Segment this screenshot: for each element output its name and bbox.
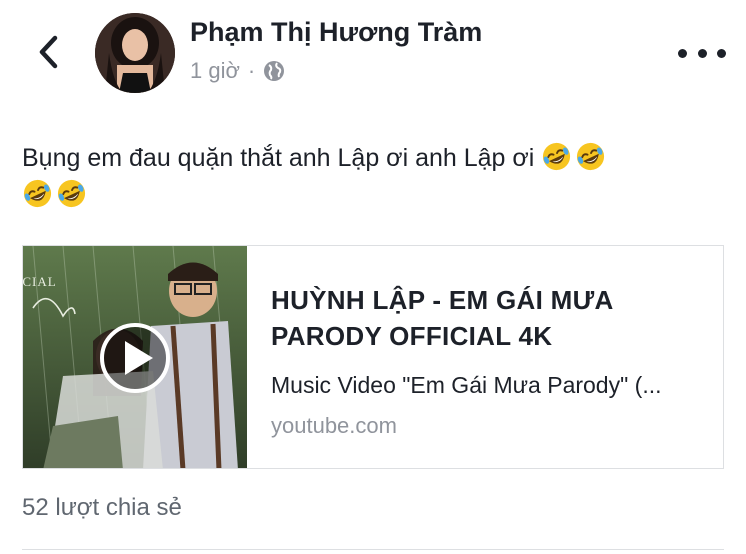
divider: [22, 549, 724, 550]
more-dot: [678, 48, 687, 58]
more-options-button[interactable]: [678, 42, 726, 64]
chevron-left-icon: [39, 35, 58, 69]
rolling-laughing-emoji-icon: [577, 142, 605, 171]
author-name[interactable]: Phạm Thị Hương Tràm: [190, 17, 482, 48]
post-meta: 1 giờ ·: [190, 57, 285, 85]
more-dot: [697, 48, 707, 58]
globe-icon: [264, 61, 285, 81]
link-title[interactable]: HUỲNH LẬP - EM GÁI MƯA PARODY OFFICIAL 4…: [271, 282, 691, 354]
link-domain: youtube.com: [271, 413, 397, 438]
rolling-laughing-emoji-icon: [57, 179, 86, 208]
link-preview-card[interactable]: ICIAL HUỲNH LẬP - EM GÁI MƯA PARODY OFFI…: [22, 245, 724, 469]
more-dot: [717, 48, 726, 58]
link-card-body: HUỲNH LẬP - EM GÁI MƯA PARODY OFFICIAL 4…: [247, 246, 711, 468]
post-timestamp[interactable]: 1 giờ: [190, 58, 240, 84]
avatar[interactable]: [95, 13, 175, 93]
play-icon[interactable]: [100, 323, 170, 393]
post-body: Bụng em đau quặn thắt anh Lập ơi anh Lập…: [22, 144, 535, 172]
back-button[interactable]: [28, 30, 68, 74]
link-description: Music Video "Em Gái Mưa Parody" (...: [271, 372, 662, 398]
post-text: Bụng em đau quặn thắt anh Lập ơi anh Lập…: [22, 140, 712, 214]
share-count[interactable]: 52 lượt chia sẻ: [22, 494, 182, 522]
emoji-group: [22, 179, 90, 209]
meta-separator: ·: [247, 58, 256, 83]
rolling-laughing-emoji-icon: [23, 179, 52, 208]
thumbnail-caption: ICIAL: [23, 274, 57, 289]
video-thumbnail[interactable]: ICIAL: [23, 246, 247, 468]
rolling-laughing-emoji-icon: [543, 142, 571, 171]
emoji-group: [541, 142, 609, 172]
